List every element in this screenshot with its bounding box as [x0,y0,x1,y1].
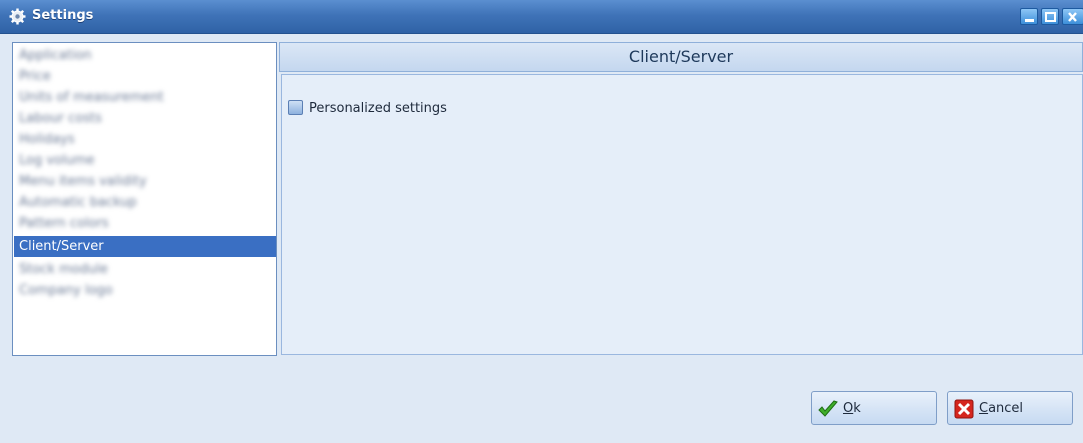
cancel-button[interactable]: Cancel [947,391,1073,425]
sidebar-item-menu-items-validity[interactable]: Menu items validity [14,171,276,192]
cancel-x-icon [954,399,974,419]
checkbox-box[interactable] [288,100,303,115]
minimize-button[interactable] [1020,8,1038,25]
gear-icon [9,8,26,25]
minimize-icon [1025,19,1034,22]
sidebar-item-company-logo[interactable]: Company logo [14,280,276,301]
close-icon [1068,12,1077,22]
checkmark-icon [818,399,838,419]
ok-button[interactable]: Ok [811,391,937,425]
title-bar[interactable]: Settings [0,0,1083,34]
sidebar-item-price[interactable]: Price [14,66,276,87]
settings-content-panel: Client/Server Personalized settings [279,42,1083,356]
sidebar-item-client-server[interactable]: Client/Server [14,236,276,257]
panel-body [281,74,1083,355]
ok-button-label: Ok [843,401,861,416]
close-button[interactable] [1062,8,1083,25]
settings-window: Settings Application Price Units of meas… [0,0,1083,443]
window-title: Settings [32,8,94,23]
sidebar-item-holidays[interactable]: Holidays [14,129,276,150]
sidebar-item-units[interactable]: Units of measurement [14,87,276,108]
sidebar-item-log-volume[interactable]: Log volume [14,150,276,171]
sidebar-item-pattern-colors[interactable]: Pattern colors [14,213,276,234]
sidebar-item-application[interactable]: Application [14,45,276,66]
panel-title: Client/Server [279,42,1083,72]
settings-category-list[interactable]: Application Price Units of measurement L… [12,42,277,356]
sidebar-item-automatic-backup[interactable]: Automatic backup [14,192,276,213]
maximize-button[interactable] [1041,8,1059,25]
checkbox-label[interactable]: Personalized settings [309,101,447,116]
maximize-icon [1045,12,1056,22]
sidebar-item-labour-costs[interactable]: Labour costs [14,108,276,129]
sidebar-item-stock-module[interactable]: Stock module [14,259,276,280]
cancel-button-label: Cancel [979,401,1024,416]
